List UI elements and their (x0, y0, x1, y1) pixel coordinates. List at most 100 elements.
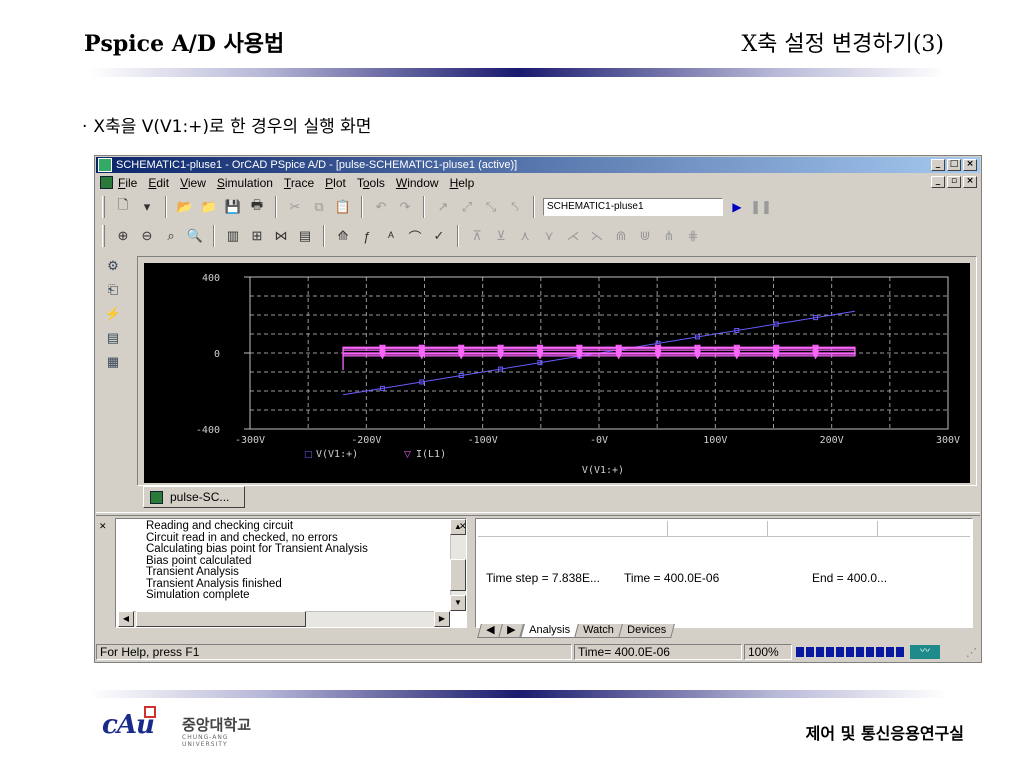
window-titlebar[interactable]: SCHEMATIC1-pluse1 - OrCAD PSpice A/D - [… (96, 157, 980, 173)
document-tab[interactable]: pulse-SC... (143, 486, 245, 508)
cursor-next-icon[interactable]: ⋔ (659, 226, 679, 246)
toolbar-grip[interactable] (102, 225, 105, 247)
menu-tools[interactable]: Tools (357, 176, 385, 190)
cut-icon[interactable]: ✂ (285, 197, 305, 217)
scroll-hthumb[interactable] (136, 611, 306, 627)
resize-grip-icon[interactable]: ⋰ (966, 646, 977, 659)
tab-devices[interactable]: Devices (617, 624, 675, 638)
lab-name: 제어 및 통신응용연구실 (805, 724, 964, 743)
scroll-right-icon[interactable]: ▶ (434, 611, 450, 627)
marker-voltage-icon[interactable]: ↗ (433, 197, 453, 217)
menu-window[interactable]: Window (396, 176, 439, 190)
x-tick-label: -100V (468, 435, 498, 446)
cursor-trough-icon[interactable]: ⋏ (515, 226, 535, 246)
output-file-icon[interactable]: ▤ (102, 327, 124, 349)
dropdown-arrow-icon[interactable]: ▾ (137, 197, 157, 217)
zoom-fit-icon[interactable]: 🔍 (185, 226, 205, 246)
progress-block (896, 647, 904, 657)
menu-trace[interactable]: Trace (284, 176, 314, 190)
minimize-button[interactable]: _ (931, 159, 945, 171)
maximize-button[interactable]: □ (947, 159, 961, 171)
menu-file[interactable]: File (118, 176, 137, 190)
sim-end-value: End = 400.0... (812, 571, 888, 585)
slide-subtitle: X축 설정 변경하기(3) (741, 32, 945, 57)
log-y-icon[interactable]: ▤ (295, 226, 315, 246)
schematic-icon[interactable]: ⎗ (102, 279, 124, 301)
sim-pane-close-icon[interactable]: ✕ (459, 522, 469, 532)
menu-edit[interactable]: Edit (148, 176, 169, 190)
log-x-icon[interactable]: ▥ (223, 226, 243, 246)
zoom-in-icon[interactable]: ⊕ (113, 226, 133, 246)
probe-icon[interactable]: ⚡ (102, 303, 124, 325)
simulation-settings-icon[interactable]: ⚙ (102, 255, 124, 277)
output-hscrollbar[interactable]: ◀ ▶ (118, 611, 450, 627)
marker-power-icon[interactable]: ⤣ (505, 197, 525, 217)
output-pane-close-icon[interactable]: ✕ (99, 522, 109, 532)
cursor-peak-icon[interactable]: ⊻ (491, 226, 511, 246)
mark-label-icon[interactable]: ✓ (429, 226, 449, 246)
open-project-icon[interactable]: 📁 (199, 197, 219, 217)
save-icon[interactable]: 💾 (223, 197, 243, 217)
probe-toolbar: ⊕ ⊖ ⌕ 🔍 ▥ ⊞ ⋈ ▤ ⟰ ƒ ᴬ ⌒ ✓ ⊼ ⊻ ⋏ ⋎ ⋌ ⋋ ⋒ … (96, 222, 980, 250)
pause-icon[interactable]: ❚❚ (750, 197, 772, 217)
doc-close-button[interactable]: × (963, 176, 977, 188)
print-icon[interactable]: 🖶 (247, 197, 267, 217)
footer-divider (90, 690, 946, 698)
tab-watch[interactable]: Watch (574, 624, 623, 638)
plot-svg: 400 0 -400 -300V -200V -100V -0V 100V 200V 300V V(… (196, 273, 960, 476)
undo-icon[interactable]: ↶ (371, 197, 391, 217)
sim-tab-strip: ◀ ▶ Analysis Watch Devices (477, 623, 675, 639)
simulation-profile-select[interactable]: SCHEMATIC1-pluse1 (543, 198, 723, 216)
fourier-icon[interactable]: ⊞ (247, 226, 267, 246)
cursor-label-icon[interactable]: ⋕ (683, 226, 703, 246)
marker-diff-icon[interactable]: ⤢ (457, 197, 477, 217)
add-text-icon[interactable]: ᴬ (381, 226, 401, 246)
close-button[interactable]: × (963, 159, 977, 171)
toolbar-separator (361, 196, 363, 218)
bullet-marker: · (82, 117, 88, 137)
probe-plot[interactable]: 400 0 -400 -300V -200V -100V -0V 100V 200V 300V V(… (144, 263, 970, 483)
progress-bar (794, 645, 906, 659)
add-trace-icon[interactable]: ⟰ (333, 226, 353, 246)
pane-splitter[interactable] (96, 512, 980, 516)
redo-icon[interactable]: ↷ (395, 197, 415, 217)
legend-marker: ▽ (404, 450, 411, 460)
menu-help[interactable]: Help (450, 176, 475, 190)
simulation-status-window: Time step = 7.838E... Time = 400.0E-06 E… (475, 518, 973, 628)
menu-view[interactable]: View (180, 176, 206, 190)
menu-simulation[interactable]: Simulation (217, 176, 273, 190)
cursor-search-icon[interactable]: ⋓ (635, 226, 655, 246)
eval-goal-icon[interactable]: ƒ (357, 226, 377, 246)
header-divider (90, 68, 946, 77)
toolbar-grip[interactable] (102, 196, 105, 218)
cursor-slope-icon[interactable]: ⋎ (539, 226, 559, 246)
open-folder-icon[interactable]: 📂 (175, 197, 195, 217)
cursor-max-icon[interactable]: ⋋ (587, 226, 607, 246)
copy-icon[interactable]: ⧉ (309, 197, 329, 217)
menu-plot[interactable]: Plot (325, 176, 346, 190)
cursor-point-icon[interactable]: ⋒ (611, 226, 631, 246)
marker-current-icon[interactable]: ⤡ (481, 197, 501, 217)
cursor-toggle-icon[interactable]: ⊼ (467, 226, 487, 246)
tab-analysis[interactable]: Analysis (520, 624, 579, 638)
doc-restore-button[interactable]: ▫ (947, 176, 961, 188)
results-icon[interactable]: ▦ (102, 351, 124, 373)
zoom-area-icon[interactable]: ⌕ (161, 226, 181, 246)
scroll-down-icon[interactable]: ▼ (450, 595, 466, 611)
new-file-icon[interactable]: 🗋 (113, 197, 133, 217)
paste-icon[interactable]: 📋 (333, 197, 353, 217)
progress-block (886, 647, 894, 657)
doc-minimize-button[interactable]: _ (931, 176, 945, 188)
output-log-line: Reading and checking circuit (146, 520, 294, 532)
performance-icon[interactable]: ⋈ (271, 226, 291, 246)
progress-block (806, 647, 814, 657)
output-vscrollbar[interactable]: ▲ ▼ (450, 519, 466, 611)
scroll-thumb[interactable] (450, 559, 466, 591)
document-icon[interactable] (100, 176, 113, 189)
scroll-left-icon[interactable]: ◀ (118, 611, 134, 627)
play-icon[interactable]: ▶ (727, 197, 747, 217)
cursor-min-icon[interactable]: ⋌ (563, 226, 583, 246)
draw-line-icon[interactable]: ⌒ (405, 226, 425, 246)
zoom-out-icon[interactable]: ⊖ (137, 226, 157, 246)
toolbar-separator (457, 225, 459, 247)
